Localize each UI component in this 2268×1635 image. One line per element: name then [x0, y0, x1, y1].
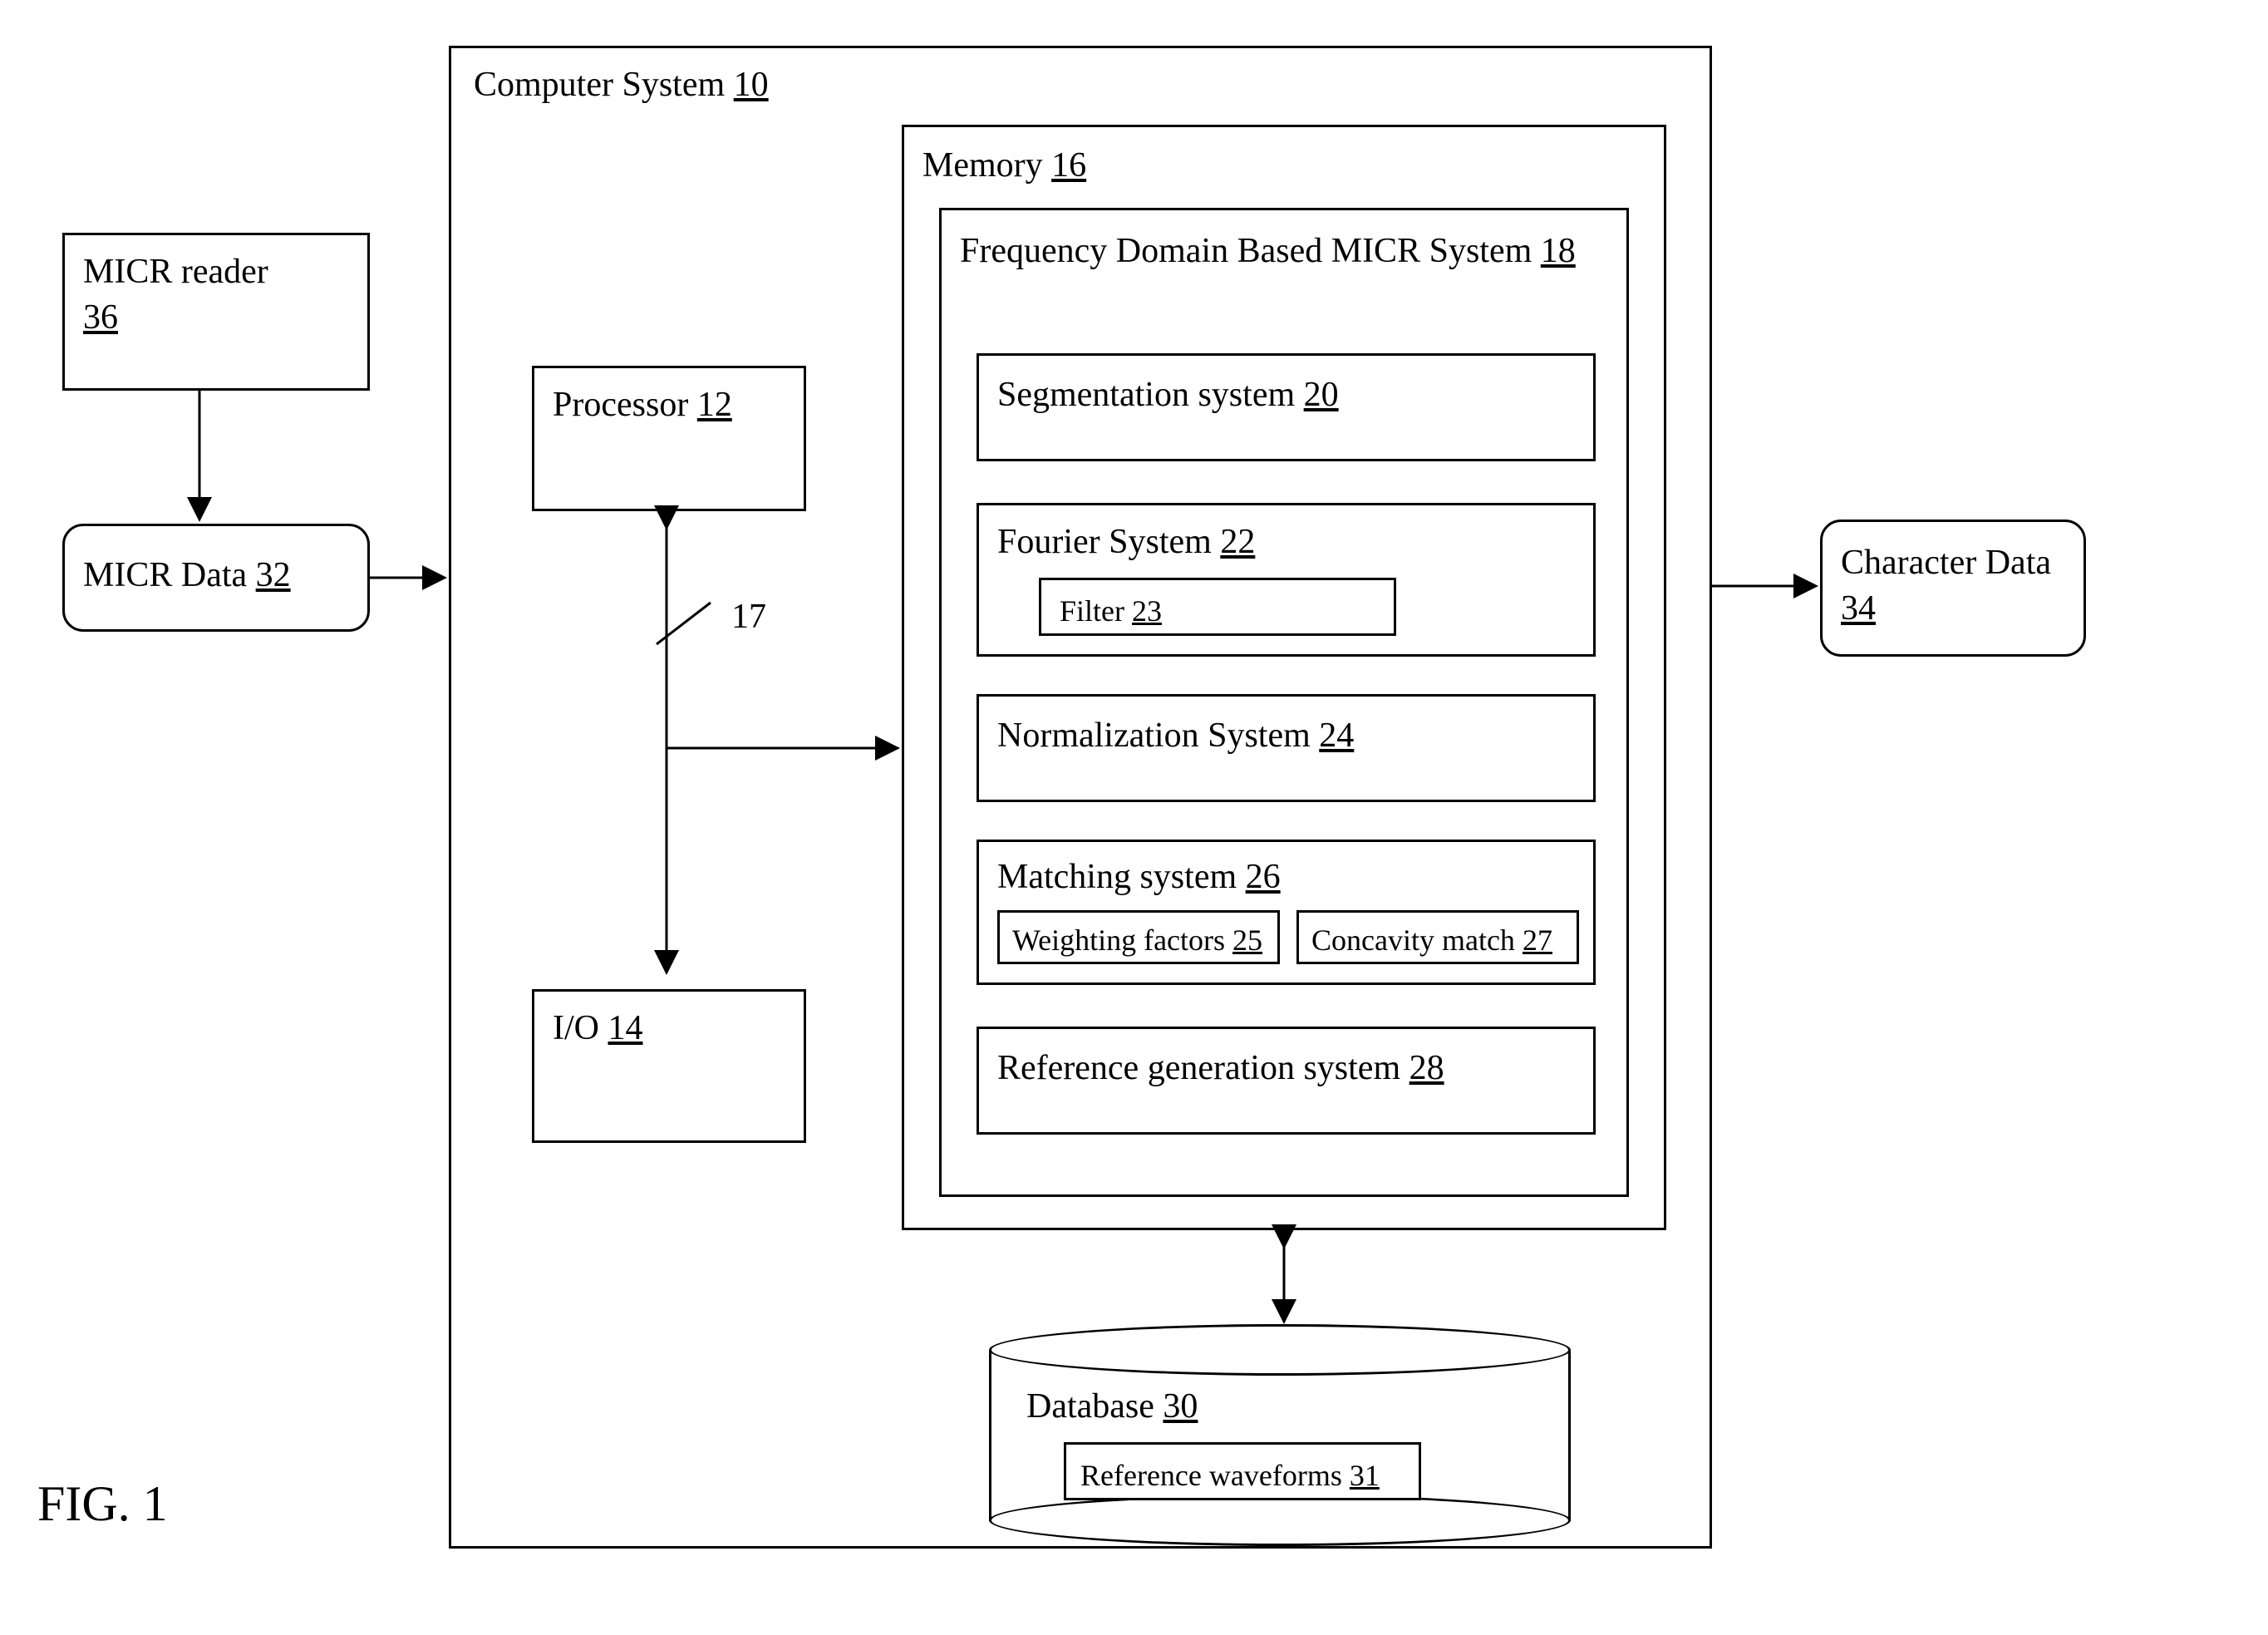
fdm-system-label: Frequency Domain Based MICR System 18: [960, 229, 1600, 274]
concavity-label: Concavity match 27: [1311, 921, 1552, 960]
io-label: I/O 14: [553, 1006, 643, 1051]
database-cylinder-top: [989, 1324, 1571, 1376]
matching-label: Matching system 26: [997, 854, 1281, 900]
normalization-label: Normalization System 24: [997, 713, 1354, 759]
filter-label: Filter 23: [1060, 592, 1162, 631]
char-data-label: Character Data 34: [1841, 540, 2051, 631]
micr-reader-label: MICR reader 36: [83, 249, 268, 340]
ref-wave-label: Reference waveforms 31: [1080, 1456, 1380, 1495]
database-label: Database 30: [1026, 1384, 1198, 1430]
computer-system-label: Computer System 10: [474, 62, 769, 108]
segmentation-label: Segmentation system 20: [997, 372, 1339, 418]
memory-label: Memory 16: [922, 143, 1086, 189]
database-cylinder-bottom: [989, 1495, 1571, 1546]
reference-label: Reference generation system 28: [997, 1046, 1444, 1091]
fourier-label: Fourier System 22: [997, 520, 1255, 565]
processor-label: Processor 12: [553, 382, 732, 428]
bus-label: 17: [731, 594, 766, 640]
weighting-label: Weighting factors 25: [1012, 921, 1262, 960]
figure-label: FIG. 1: [37, 1471, 168, 1536]
micr-data-label: MICR Data 32: [83, 553, 291, 598]
